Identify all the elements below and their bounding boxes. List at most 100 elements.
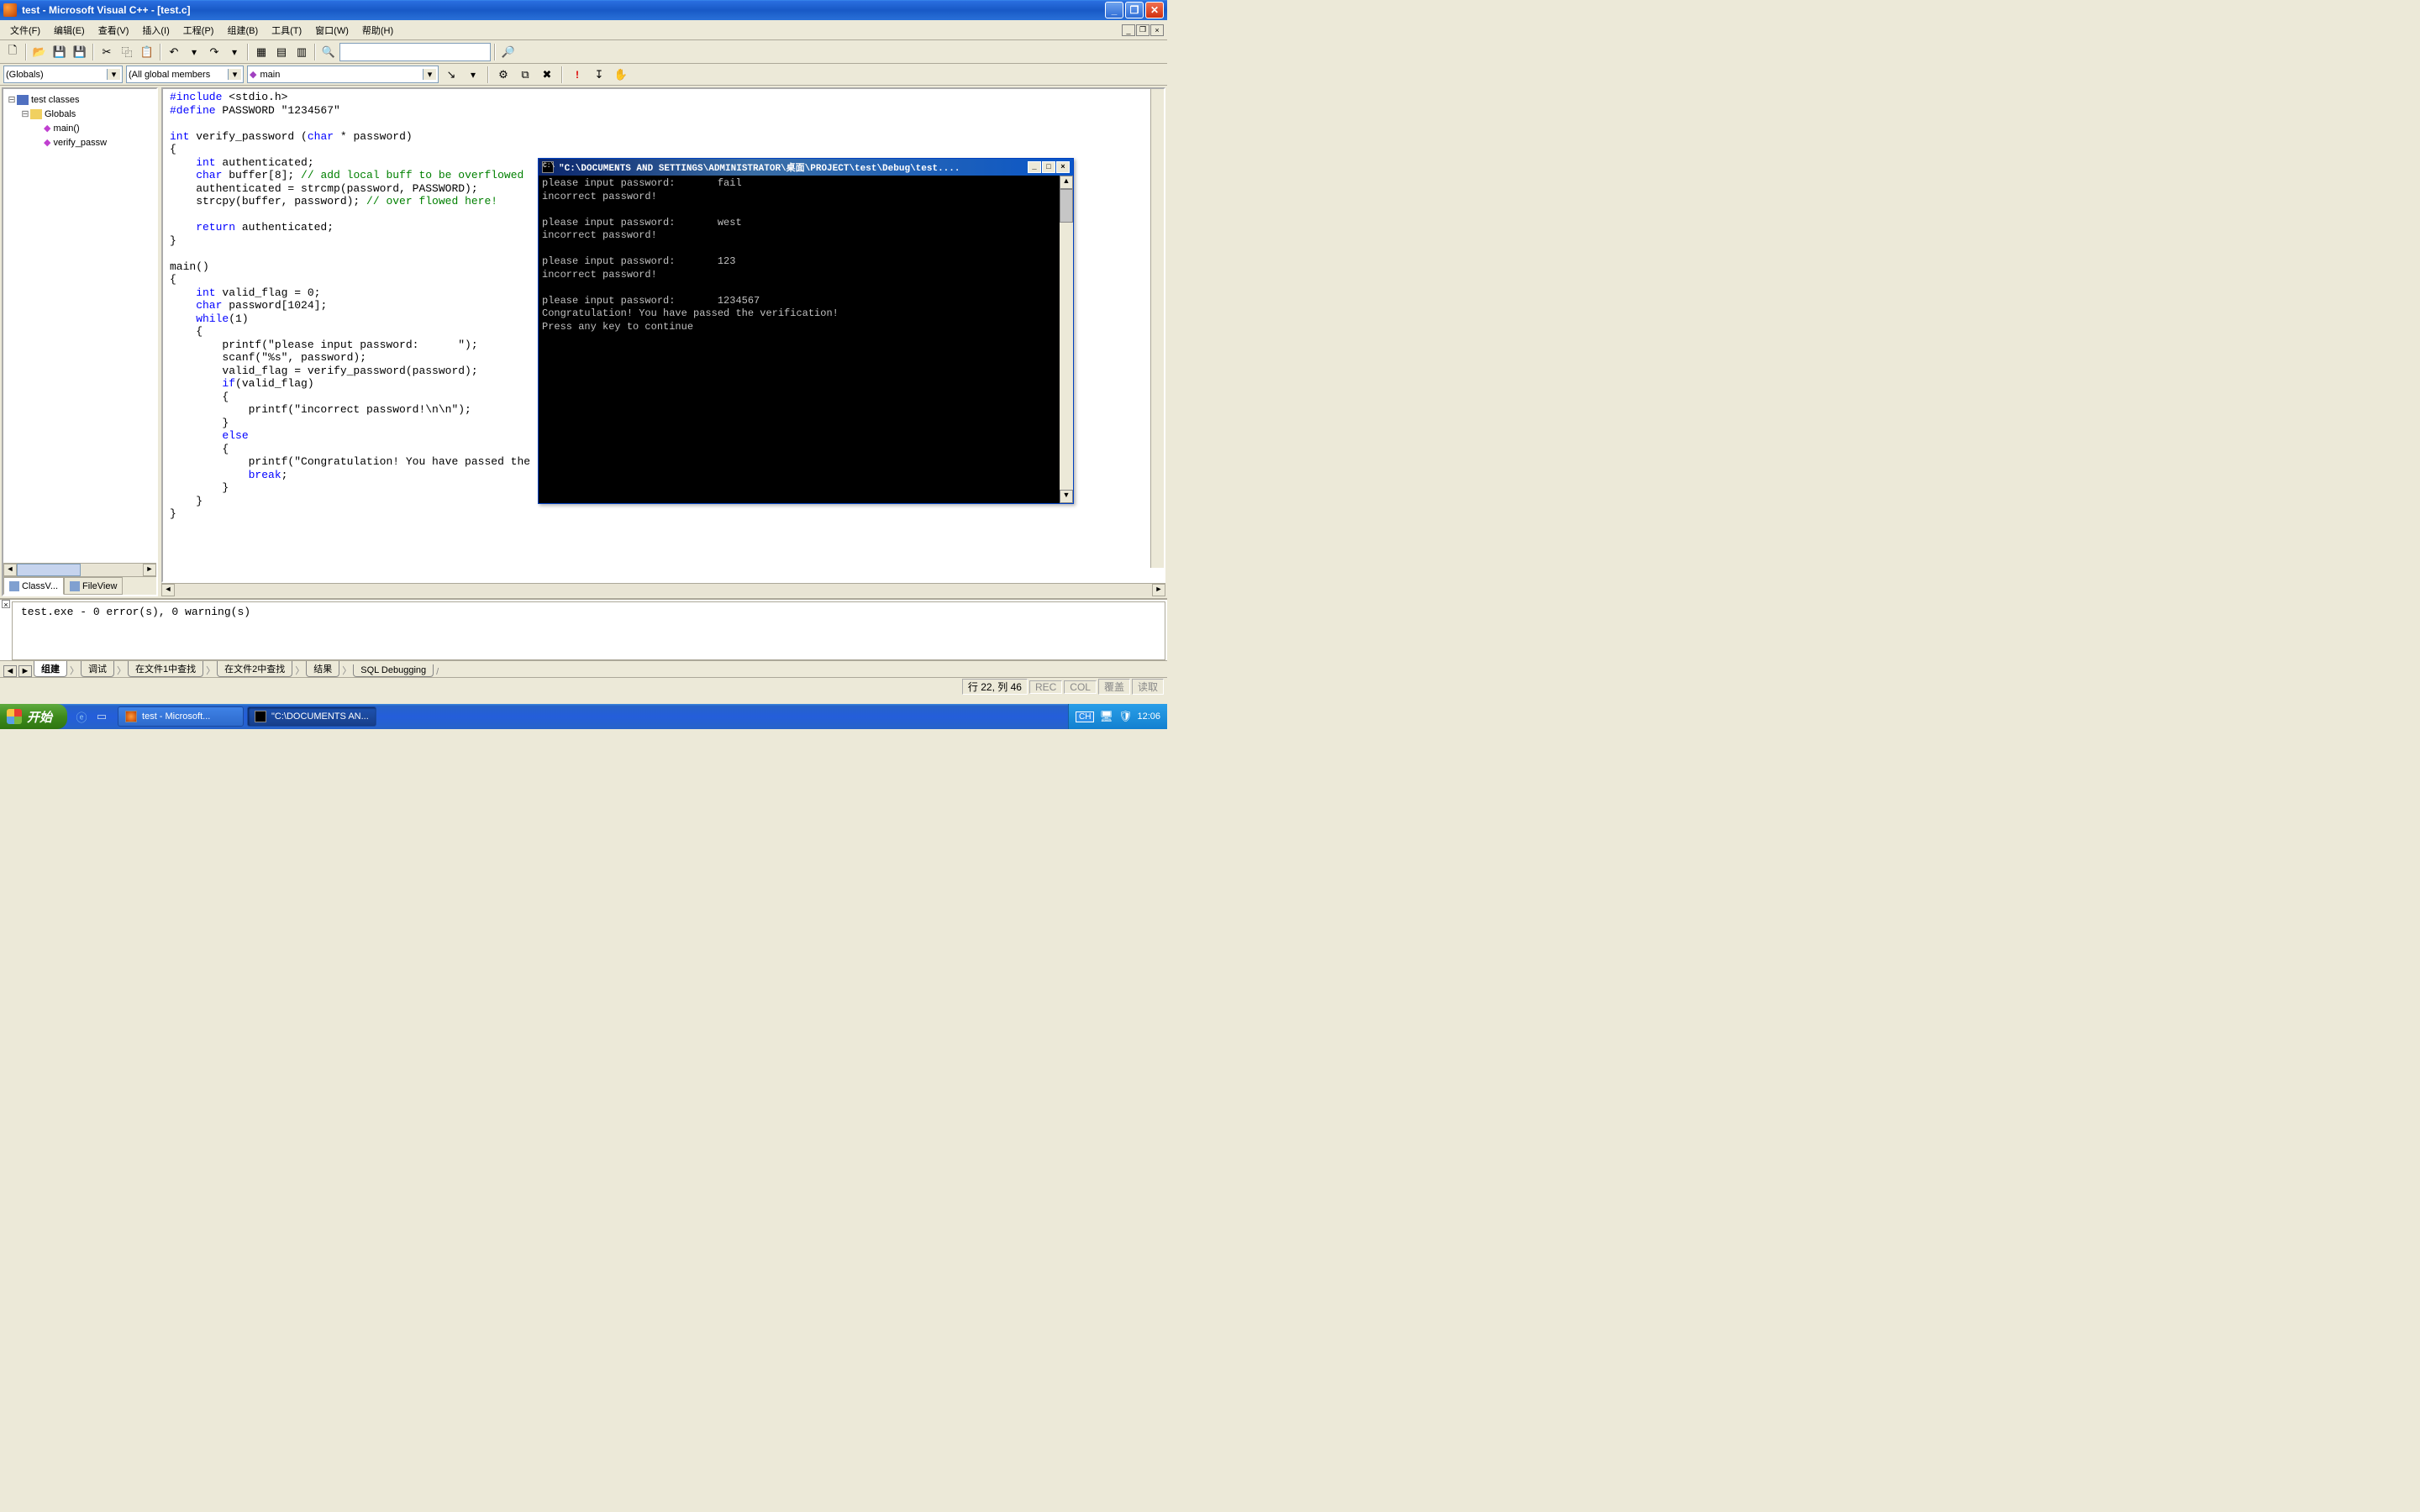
scroll-right-icon[interactable]: ► bbox=[1152, 584, 1165, 596]
menu-insert[interactable]: 插入(I) bbox=[135, 21, 176, 39]
breakpoint-button[interactable]: ✋ bbox=[612, 66, 630, 84]
console-icon: C:\ bbox=[542, 161, 554, 173]
undo-button[interactable]: ↶ bbox=[165, 43, 183, 61]
menu-view[interactable]: 查看(V) bbox=[92, 21, 136, 39]
save-button[interactable]: 💾 bbox=[50, 43, 69, 61]
menu-file[interactable]: 文件(F) bbox=[3, 21, 47, 39]
cut-button[interactable]: ✂ bbox=[97, 43, 116, 61]
window-minimize-button[interactable]: _ bbox=[1105, 2, 1123, 18]
vc-icon bbox=[125, 711, 137, 722]
output-button[interactable]: ▤ bbox=[272, 43, 291, 61]
toolbar-separator bbox=[160, 44, 161, 60]
output-text[interactable]: test.exe - 0 error(s), 0 warning(s) bbox=[12, 601, 1165, 660]
execute-button[interactable]: ! bbox=[568, 66, 587, 84]
output-tabs-right-button[interactable]: ► bbox=[18, 665, 32, 677]
output-tab-find1[interactable]: 在文件1中查找 bbox=[128, 661, 203, 677]
ie-button[interactable]: ⓔ bbox=[72, 707, 91, 726]
menu-edit[interactable]: 编辑(E) bbox=[47, 21, 92, 39]
clock[interactable]: 12:06 bbox=[1137, 711, 1160, 722]
new-file-button[interactable]: 🗋 bbox=[3, 43, 22, 61]
members-combo[interactable]: (All global members ▾ bbox=[126, 66, 244, 83]
ime-indicator[interactable]: CH bbox=[1076, 711, 1094, 722]
tray-icon[interactable]: 🖥 bbox=[1099, 710, 1113, 723]
go-debug-button[interactable]: ↧ bbox=[590, 66, 608, 84]
scroll-down-icon[interactable]: ▼ bbox=[1060, 490, 1073, 503]
taskbar-item-vc[interactable]: test - Microsoft... bbox=[118, 706, 244, 727]
output-tab-results[interactable]: 结果 bbox=[306, 661, 339, 677]
find-combo[interactable] bbox=[339, 43, 491, 61]
function-combo[interactable]: ◆ main ▾ bbox=[247, 66, 439, 83]
taskbar: 开始 ⓔ ▭ test - Microsoft... "C:\DOCUMENTS… bbox=[0, 704, 1167, 729]
stop-icon: ✖ bbox=[543, 68, 552, 81]
sidebar-hscroll[interactable]: ◄ ► bbox=[3, 563, 156, 576]
tab-fileview[interactable]: FileView bbox=[64, 577, 123, 595]
mdi-restore-button[interactable]: ❐ bbox=[1136, 24, 1150, 36]
editor-vscroll[interactable] bbox=[1150, 89, 1164, 568]
class-tree[interactable]: ⊟test classes ⊟Globals ◆ main() ◆ verify… bbox=[3, 89, 156, 563]
tray-icon[interactable]: 🛡 bbox=[1118, 710, 1133, 723]
build-button[interactable]: ⧉ bbox=[516, 66, 534, 84]
output-icon: ▤ bbox=[276, 45, 287, 59]
go-button[interactable]: ↘ bbox=[442, 66, 460, 84]
scroll-thumb[interactable] bbox=[17, 564, 81, 576]
menu-project[interactable]: 工程(P) bbox=[176, 21, 221, 39]
output-tab-find2[interactable]: 在文件2中查找 bbox=[217, 661, 292, 677]
taskbar-item-console[interactable]: "C:\DOCUMENTS AN... bbox=[247, 706, 376, 727]
scope-combo[interactable]: (Globals) ▾ bbox=[3, 66, 123, 83]
scroll-left-icon[interactable]: ◄ bbox=[161, 584, 175, 596]
actions-dropdown[interactable]: ▾ bbox=[464, 66, 482, 84]
workspace-button[interactable]: ▦ bbox=[252, 43, 271, 61]
toolbar-separator bbox=[561, 66, 563, 83]
find-in-files-button[interactable]: 🔍 bbox=[319, 43, 338, 61]
show-desktop-button[interactable]: ▭ bbox=[92, 707, 111, 726]
console-titlebar[interactable]: C:\ "C:\DOCUMENTS AND SETTINGS\ADMINISTR… bbox=[539, 159, 1073, 176]
mdi-close-button[interactable]: × bbox=[1150, 24, 1164, 36]
console-vscroll[interactable]: ▲ ▼ bbox=[1060, 176, 1073, 503]
window-list-button[interactable]: ▥ bbox=[292, 43, 311, 61]
tree-main-fn[interactable]: ◆ main() bbox=[7, 121, 153, 135]
editor-hscroll[interactable]: ◄ ► bbox=[161, 583, 1165, 596]
menu-build[interactable]: 组建(B) bbox=[220, 21, 265, 39]
menu-tools[interactable]: 工具(T) bbox=[265, 21, 308, 39]
start-button[interactable]: 开始 bbox=[0, 704, 67, 729]
menu-window[interactable]: 窗口(W) bbox=[308, 21, 355, 39]
stop-build-button[interactable]: ✖ bbox=[538, 66, 556, 84]
cut-icon: ✂ bbox=[103, 45, 112, 59]
redo-icon: ↷ bbox=[210, 45, 219, 59]
output-tab-build[interactable]: 组建 bbox=[34, 661, 67, 677]
output-close-button[interactable]: × bbox=[2, 600, 10, 608]
scroll-left-icon[interactable]: ◄ bbox=[3, 564, 17, 576]
output-tab-debug[interactable]: 调试 bbox=[81, 661, 114, 677]
copy-button[interactable]: ⿻ bbox=[118, 43, 136, 61]
undo-dropdown[interactable]: ▾ bbox=[185, 43, 203, 61]
compile-button[interactable]: ⚙ bbox=[494, 66, 513, 84]
function-icon: ◆ bbox=[250, 69, 256, 80]
new-file-icon: 🗋 bbox=[8, 43, 17, 61]
output-tab-sql[interactable]: SQL Debugging bbox=[353, 664, 434, 677]
redo-button[interactable]: ↷ bbox=[205, 43, 224, 61]
save-all-button[interactable]: 💾 bbox=[71, 43, 89, 61]
console-output[interactable]: please input password: fail incorrect pa… bbox=[539, 176, 1060, 503]
console-minimize-button[interactable]: _ bbox=[1028, 161, 1041, 173]
menu-help[interactable]: 帮助(H) bbox=[355, 21, 400, 39]
tab-classview[interactable]: ClassV... bbox=[3, 577, 64, 595]
tree-verify-fn[interactable]: ◆ verify_passw bbox=[7, 135, 153, 150]
window-close-button[interactable]: ✕ bbox=[1145, 2, 1164, 18]
find-button[interactable]: 🔎 bbox=[499, 43, 518, 61]
paste-button[interactable]: 📋 bbox=[138, 43, 156, 61]
tree-root[interactable]: ⊟test classes bbox=[7, 92, 153, 107]
scroll-up-icon[interactable]: ▲ bbox=[1060, 176, 1073, 189]
window-restore-button[interactable]: ❐ bbox=[1125, 2, 1144, 18]
output-tabs-left-button[interactable]: ◄ bbox=[3, 665, 17, 677]
console-close-button[interactable]: × bbox=[1056, 161, 1070, 173]
redo-dropdown[interactable]: ▾ bbox=[225, 43, 244, 61]
open-button[interactable]: 📂 bbox=[30, 43, 49, 61]
sidebar-tabs: ClassV... FileView bbox=[3, 576, 156, 595]
scroll-thumb[interactable] bbox=[1060, 189, 1073, 223]
scroll-right-icon[interactable]: ► bbox=[143, 564, 156, 576]
mdi-minimize-button[interactable]: _ bbox=[1122, 24, 1135, 36]
console-maximize-button[interactable]: □ bbox=[1042, 161, 1055, 173]
members-value: (All global members bbox=[129, 70, 228, 80]
tree-globals[interactable]: ⊟Globals bbox=[7, 107, 153, 121]
console-window[interactable]: C:\ "C:\DOCUMENTS AND SETTINGS\ADMINISTR… bbox=[538, 158, 1074, 504]
